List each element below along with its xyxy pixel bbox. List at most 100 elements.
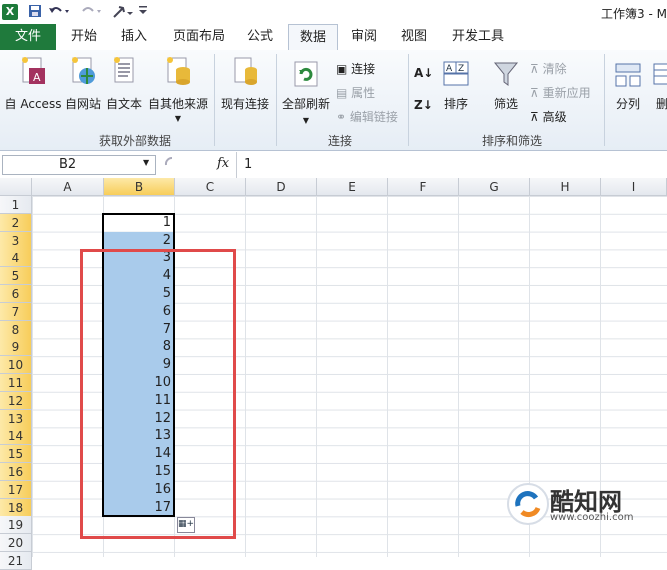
column-header-h[interactable]: H bbox=[530, 178, 601, 196]
filter-icon bbox=[486, 60, 526, 91]
annotation-highlight-box bbox=[80, 249, 236, 539]
row-header-14[interactable]: 14 bbox=[0, 427, 32, 446]
row-header-1[interactable]: 1 bbox=[0, 196, 32, 214]
column-header-f[interactable]: F bbox=[388, 178, 459, 196]
text-file-icon bbox=[104, 56, 144, 91]
connections-button[interactable]: ▣ 连接 bbox=[336, 60, 375, 77]
connections-icon: ▣ bbox=[336, 62, 348, 76]
text-to-columns-button[interactable]: 分列 bbox=[610, 60, 646, 112]
from-other-sources-label: 自其他来源 bbox=[147, 97, 208, 111]
existing-connections-label: 现有连接 bbox=[220, 97, 269, 111]
row-header-21[interactable]: 21 bbox=[0, 552, 32, 570]
column-header-g[interactable]: G bbox=[459, 178, 530, 196]
sort-ascending-button[interactable]: A↓ bbox=[414, 66, 433, 80]
formula-bar-resizer[interactable] bbox=[160, 155, 210, 175]
svg-text:A: A bbox=[446, 64, 453, 74]
row-header-5[interactable]: 5 bbox=[0, 267, 32, 286]
properties-button[interactable]: ▤ 属性 bbox=[336, 84, 375, 101]
row-header-9[interactable]: 9 bbox=[0, 338, 32, 357]
tab-review[interactable]: 审阅 bbox=[342, 24, 386, 50]
sort-az-icon: A↓ bbox=[414, 66, 434, 80]
filter-label: 筛选 bbox=[493, 97, 518, 111]
select-all-button[interactable] bbox=[0, 178, 32, 196]
web-icon bbox=[64, 56, 102, 91]
from-access-button[interactable]: A 自 Access bbox=[2, 56, 64, 112]
column-header-a[interactable]: A bbox=[32, 178, 104, 196]
insert-function-icon[interactable]: fx bbox=[217, 156, 229, 171]
remove-duplicates-button[interactable]: 删 bbox=[650, 60, 667, 112]
tab-formulas[interactable]: 公式 bbox=[238, 24, 282, 50]
row-header-6[interactable]: 6 bbox=[0, 285, 32, 303]
qat-dropdown-icon[interactable] bbox=[138, 3, 148, 22]
formula-input[interactable]: 1 bbox=[244, 157, 252, 172]
properties-icon: ▤ bbox=[336, 86, 348, 100]
row-header-15[interactable]: 15 bbox=[0, 445, 32, 464]
clear-label: 清除 bbox=[542, 62, 567, 76]
column-header-d[interactable]: D bbox=[246, 178, 317, 196]
ribbon-separator bbox=[604, 54, 605, 146]
column-header-c[interactable]: C bbox=[175, 178, 246, 196]
tab-data[interactable]: 数据 bbox=[288, 24, 338, 51]
formula-divider bbox=[236, 152, 237, 178]
sort-descending-button[interactable]: Z↓ bbox=[414, 98, 433, 112]
database-icon bbox=[146, 56, 210, 91]
from-web-button[interactable]: 自网站 bbox=[64, 56, 102, 112]
sort-button[interactable]: AZ 排序 bbox=[438, 60, 474, 112]
redo-icon[interactable] bbox=[80, 4, 102, 21]
row-header-18[interactable]: 18 bbox=[0, 498, 32, 517]
row-header-13[interactable]: 13 bbox=[0, 409, 32, 428]
column-header-i[interactable]: I bbox=[601, 178, 667, 196]
sort-icon: AZ bbox=[438, 60, 474, 91]
save-icon[interactable] bbox=[28, 4, 42, 21]
tab-developer[interactable]: 开发工具 bbox=[446, 24, 510, 50]
reapply-button[interactable]: ⊼ 重新应用 bbox=[530, 84, 591, 101]
from-other-sources-button[interactable]: 自其他来源 ▼ bbox=[146, 56, 210, 123]
row-header-2[interactable]: 2 bbox=[0, 213, 32, 232]
existing-connections-button[interactable]: 现有连接 bbox=[218, 56, 272, 112]
edit-links-label: 编辑链接 bbox=[349, 110, 398, 124]
tab-page-layout[interactable]: 页面布局 bbox=[168, 24, 230, 50]
row-header-12[interactable]: 12 bbox=[0, 391, 32, 410]
row-header-4[interactable]: 4 bbox=[0, 249, 32, 268]
row-header-11[interactable]: 11 bbox=[0, 374, 32, 392]
clear-button[interactable]: ⊼ 清除 bbox=[530, 60, 567, 77]
ribbon-separator bbox=[276, 54, 277, 146]
row-header-16[interactable]: 16 bbox=[0, 463, 32, 481]
name-box[interactable]: B2 ▼ bbox=[2, 155, 156, 175]
row-header-7[interactable]: 7 bbox=[0, 302, 32, 321]
tab-home[interactable]: 开始 bbox=[62, 24, 106, 50]
tab-insert[interactable]: 插入 bbox=[112, 24, 156, 50]
row-header-19[interactable]: 19 bbox=[0, 516, 32, 535]
row-header-3[interactable]: 3 bbox=[0, 231, 32, 250]
remove-duplicates-label: 删 bbox=[655, 97, 667, 111]
tab-view[interactable]: 视图 bbox=[392, 24, 436, 50]
refresh-all-button[interactable]: 全部刷新 ▼ bbox=[280, 60, 332, 125]
existing-connections-icon bbox=[218, 56, 272, 91]
sort-label: 排序 bbox=[443, 97, 468, 111]
row-header-20[interactable]: 20 bbox=[0, 534, 32, 553]
tab-file[interactable]: 文件 bbox=[0, 24, 56, 50]
sort-za-icon: Z↓ bbox=[414, 98, 433, 112]
filter-button[interactable]: 筛选 bbox=[486, 60, 526, 112]
row-header-10[interactable]: 10 bbox=[0, 356, 32, 375]
row-header-17[interactable]: 17 bbox=[0, 480, 32, 499]
row-header-8[interactable]: 8 bbox=[0, 320, 32, 339]
advanced-button[interactable]: ⊼ 高级 bbox=[530, 108, 567, 125]
customize-icon[interactable] bbox=[112, 4, 134, 23]
group-label-connections: 连接 bbox=[327, 134, 352, 148]
from-text-button[interactable]: 自文本 bbox=[104, 56, 144, 112]
advanced-filter-icon: ⊼ bbox=[530, 110, 539, 124]
column-header-e[interactable]: E bbox=[317, 178, 388, 196]
auto-fill-options-icon[interactable]: ▦+ bbox=[177, 517, 195, 533]
edit-links-button[interactable]: ⚭ 编辑链接 bbox=[336, 108, 398, 125]
name-box-value: B2 bbox=[59, 157, 77, 172]
access-icon: A bbox=[2, 56, 64, 91]
window-title: 工作簿3 - M bbox=[601, 7, 667, 21]
connections-label: 连接 bbox=[351, 62, 376, 76]
group-label-get-external: 获取外部数据 bbox=[98, 134, 171, 148]
column-header-b[interactable]: B bbox=[104, 178, 175, 196]
chevron-down-icon: ▼ bbox=[174, 114, 182, 123]
undo-icon[interactable] bbox=[48, 4, 70, 21]
ribbon-separator bbox=[408, 54, 409, 146]
group-label-sort-filter: 排序和筛选 bbox=[481, 134, 542, 148]
